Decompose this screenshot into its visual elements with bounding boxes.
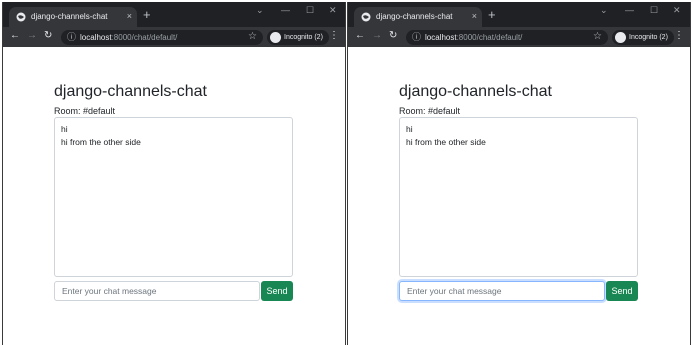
url-text: localhost:8000/chat/default/ (425, 32, 522, 43)
maximize-icon[interactable]: ☐ (306, 5, 314, 15)
address-bar[interactable]: ⓘ localhost:8000/chat/default/ ☆ (61, 30, 263, 45)
back-icon[interactable]: ← (355, 30, 365, 42)
tab-title: django-channels-chat (376, 12, 453, 21)
address-bar[interactable]: ⓘ localhost:8000/chat/default/ ☆ (406, 30, 608, 45)
incognito-icon (270, 32, 281, 43)
page-title: django-channels-chat (54, 83, 207, 100)
chat-log[interactable]: hi hi from the other side (399, 117, 638, 277)
page-title: django-channels-chat (399, 83, 552, 100)
browser-tab[interactable]: django-channels-chat × (354, 7, 482, 27)
maximize-icon[interactable]: ☐ (650, 5, 658, 15)
browser-window-right: django-channels-chat × + ⌄ — ☐ ✕ ← → ↻ ⓘ… (347, 2, 691, 345)
new-tab-icon[interactable]: + (488, 8, 496, 21)
forward-icon[interactable]: → (27, 30, 37, 42)
incognito-label: Incognito (2) (284, 34, 323, 41)
url-text: localhost:8000/chat/default/ (80, 32, 177, 43)
info-icon[interactable]: ⓘ (67, 31, 76, 44)
globe-icon (361, 12, 371, 22)
browser-toolbar: ← → ↻ ⓘ localhost:8000/chat/default/ ☆ I… (3, 27, 345, 47)
chat-message: hi from the other side (406, 136, 486, 147)
send-button[interactable]: Send (261, 281, 293, 301)
browser-toolbar: ← → ↻ ⓘ localhost:8000/chat/default/ ☆ I… (348, 27, 690, 47)
chat-message: hi from the other side (61, 136, 141, 147)
info-icon[interactable]: ⓘ (412, 31, 421, 44)
window-close-icon[interactable]: ✕ (673, 5, 681, 15)
url-path: :8000/chat/default/ (111, 33, 178, 42)
browser-window-left: django-channels-chat × + ⌄ — ☐ ✕ ← → ↻ ⓘ… (2, 2, 346, 345)
url-path: :8000/chat/default/ (456, 33, 523, 42)
url-host: localhost (80, 33, 112, 42)
minimize-icon[interactable]: — (281, 5, 290, 15)
incognito-label: Incognito (2) (629, 34, 668, 41)
chevron-down-icon[interactable]: ⌄ (600, 5, 608, 15)
browser-tab[interactable]: django-channels-chat × (9, 7, 137, 27)
menu-icon[interactable]: ⋮ (674, 30, 684, 42)
globe-icon (16, 12, 26, 22)
incognito-button[interactable]: Incognito (2) (267, 30, 329, 45)
page-content: django-channels-chat Room: #default hi h… (3, 47, 345, 345)
chat-message: hi (406, 124, 413, 134)
title-bar: django-channels-chat × + ⌄ — ☐ ✕ (3, 2, 345, 27)
chevron-down-icon[interactable]: ⌄ (256, 5, 264, 15)
star-icon[interactable]: ☆ (248, 31, 257, 43)
incognito-icon (615, 32, 626, 43)
menu-icon[interactable]: ⋮ (329, 30, 339, 42)
room-label: Room: #default (399, 106, 461, 116)
tab-close-icon[interactable]: × (472, 11, 477, 21)
incognito-button[interactable]: Incognito (2) (612, 30, 674, 45)
url-host: localhost (425, 33, 457, 42)
tab-close-icon[interactable]: × (127, 11, 132, 21)
room-label: Room: #default (54, 106, 116, 116)
page-content: django-channels-chat Room: #default hi h… (348, 47, 690, 345)
chat-message-input[interactable]: Enter your chat message (54, 281, 260, 301)
back-icon[interactable]: ← (10, 30, 20, 42)
reload-icon[interactable]: ↻ (44, 30, 52, 42)
minimize-icon[interactable]: — (625, 5, 634, 15)
reload-icon[interactable]: ↻ (389, 30, 397, 42)
star-icon[interactable]: ☆ (593, 31, 602, 43)
chat-log[interactable]: hi hi from the other side (54, 117, 293, 277)
send-button[interactable]: Send (606, 281, 638, 301)
title-bar: django-channels-chat × + ⌄ — ☐ ✕ (348, 2, 690, 27)
tab-title: django-channels-chat (31, 12, 108, 21)
chat-message-input[interactable]: Enter your chat message (399, 281, 605, 301)
chat-message: hi (61, 124, 68, 134)
window-close-icon[interactable]: ✕ (329, 5, 337, 15)
new-tab-icon[interactable]: + (143, 8, 151, 21)
forward-icon[interactable]: → (372, 30, 382, 42)
